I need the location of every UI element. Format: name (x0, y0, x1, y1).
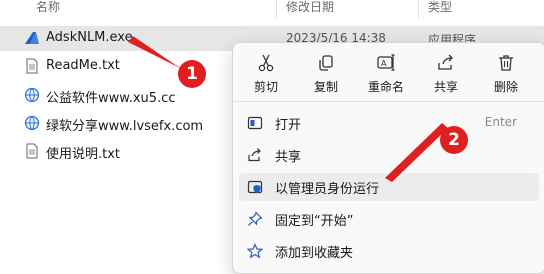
menu-item-add-to-favorites[interactable]: 添加到收藏夹 (239, 237, 539, 265)
column-date-header[interactable]: 修改日期 (286, 0, 334, 15)
menu-item-shortcut: Enter (484, 115, 517, 129)
uac-shield-icon (247, 180, 263, 194)
file-name: 公益软件www.xu5.cc (46, 91, 176, 106)
cut-button[interactable]: 剪切 (237, 47, 295, 97)
share-label: 共享 (433, 80, 458, 94)
rename-icon: A (377, 54, 395, 71)
column-type-header[interactable]: 类型 (428, 0, 452, 15)
menu-divider (233, 101, 544, 102)
open-window-icon (247, 116, 263, 130)
column-name-header[interactable]: 名称 (36, 0, 60, 15)
share-icon (248, 148, 261, 162)
rename-button[interactable]: A 重命名 (357, 47, 415, 97)
menu-item-open[interactable]: 打开 Enter (239, 109, 539, 137)
cut-label: 剪切 (253, 80, 278, 94)
copy-button[interactable]: 复制 (297, 47, 355, 97)
star-icon (247, 243, 263, 259)
file-name: AdskNLM.exe (46, 30, 133, 45)
column-divider[interactable] (276, 0, 277, 18)
annotation-callout-2: 2 (440, 126, 468, 154)
delete-button[interactable]: 删除 (477, 47, 535, 97)
menu-item-label: 以管理员身份运行 (275, 182, 380, 197)
copy-label: 复制 (313, 80, 338, 94)
scissors-icon (258, 54, 274, 72)
copy-icon (319, 55, 333, 71)
autodesk-exe-icon (25, 32, 39, 44)
menu-item-label: 共享 (275, 150, 302, 165)
share-button[interactable]: 共享 (417, 47, 475, 97)
delete-label: 删除 (493, 80, 518, 94)
column-header-row: 名称 修改日期 类型 (0, 0, 544, 18)
menu-item-run-as-admin[interactable]: 以管理员身份运行 (239, 173, 539, 201)
share-icon (438, 54, 453, 70)
rename-label: 重命名 (367, 80, 404, 94)
menu-item-label: 打开 (275, 118, 302, 133)
text-file-icon (26, 58, 38, 74)
trash-icon (499, 55, 513, 71)
menu-item-label: 添加到收藏夹 (275, 246, 354, 261)
menu-item-pin-to-start[interactable]: 固定到“开始” (239, 205, 539, 233)
text-file-icon (26, 143, 38, 159)
pin-icon (248, 211, 263, 226)
internet-shortcut-icon (24, 115, 40, 131)
annotation-callout-1: 1 (178, 60, 206, 88)
column-divider[interactable] (418, 0, 419, 18)
svg-text:A: A (381, 59, 387, 68)
context-menu: 剪切 复制 A 重命名 共享 删除 打开 Enter 共享 以管理员身份运行 固… (232, 42, 544, 274)
file-name: ReadMe.txt (46, 58, 120, 73)
quick-actions-bar: 剪切 复制 A 重命名 共享 删除 (233, 43, 544, 99)
internet-shortcut-icon (24, 87, 40, 103)
menu-item-label: 固定到“开始” (275, 214, 354, 229)
file-name: 绿软分享www.lvsefx.com (46, 119, 204, 134)
menu-item-share[interactable]: 共享 (239, 141, 539, 169)
file-name: 使用说明.txt (46, 147, 121, 162)
